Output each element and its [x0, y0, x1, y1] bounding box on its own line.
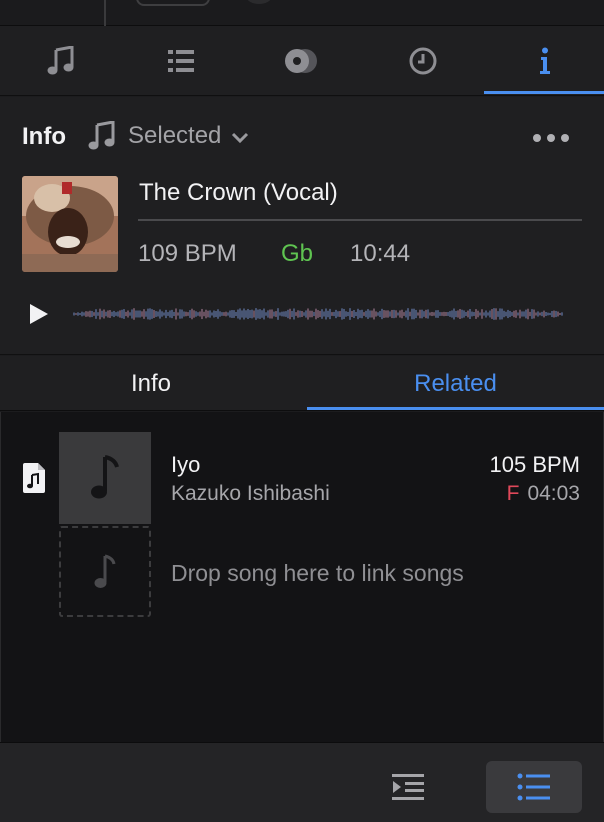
info-icon	[540, 47, 550, 74]
tab-info[interactable]	[484, 26, 604, 96]
track-bpm: 109 BPM	[138, 240, 237, 267]
related-song-bpm: 105 BPM	[489, 452, 581, 477]
list-icon	[517, 773, 550, 801]
related-songs-list: Iyo Kazuko Ishibashi 105 BPM F 04:03 Drop…	[0, 412, 604, 742]
related-song-artist: Kazuko Ishibashi	[171, 482, 330, 505]
related-song-key: F	[506, 482, 520, 505]
related-song-title[interactable]: Iyo	[171, 452, 200, 478]
subtab-info[interactable]: Info	[0, 356, 302, 411]
info-subtab-bar: Info Related	[0, 356, 604, 411]
vinyl-record-icon	[285, 49, 317, 73]
panel-tab-bar	[0, 26, 604, 96]
bottom-toolbar	[0, 742, 604, 822]
subtab-related[interactable]: Related	[307, 356, 604, 411]
tab-playlists[interactable]	[120, 26, 242, 96]
track-info-panel: Info Selected The Crown (Vocal) 109 BPM …	[0, 97, 604, 355]
track-title: The Crown (Vocal)	[139, 179, 338, 206]
more-options-icon[interactable]	[532, 133, 570, 143]
info-heading: Info	[22, 123, 66, 150]
toolbar-divider	[104, 0, 106, 26]
clock-icon	[409, 47, 437, 75]
list-icon	[168, 50, 194, 72]
selection-dropdown-value: Selected	[128, 122, 222, 149]
tab-albums[interactable]	[240, 26, 362, 96]
track-key: Gb	[281, 240, 314, 267]
list-view-button[interactable]	[486, 761, 582, 813]
play-queue-button[interactable]	[380, 761, 436, 813]
related-song-key-time: F 04:03	[507, 482, 580, 506]
related-song-duration: 04:03	[527, 482, 580, 505]
queue-icon	[392, 774, 424, 800]
audio-file-icon	[23, 463, 45, 493]
selection-dropdown[interactable]: Selected	[88, 121, 249, 151]
track-artwork	[22, 176, 118, 272]
title-divider	[138, 219, 582, 221]
music-note-icon	[94, 554, 116, 588]
chevron-down-icon	[232, 132, 249, 144]
drop-hint: Drop song here to link songs	[171, 560, 464, 586]
window-top-strip	[0, 0, 604, 26]
play-icon[interactable]	[28, 302, 50, 326]
drop-target[interactable]	[59, 526, 151, 617]
tab-history[interactable]	[362, 26, 484, 96]
toolbar-pill-button[interactable]	[136, 0, 210, 6]
music-note-icon	[91, 455, 119, 499]
track-duration: 10:44	[350, 240, 411, 267]
music-note-icon	[88, 121, 115, 150]
toolbar-knob[interactable]	[246, 0, 272, 4]
related-song-artwork	[59, 432, 151, 524]
music-note-icon	[47, 46, 74, 75]
tab-tracks[interactable]	[0, 26, 122, 96]
waveform-scrubber[interactable]	[70, 297, 568, 331]
